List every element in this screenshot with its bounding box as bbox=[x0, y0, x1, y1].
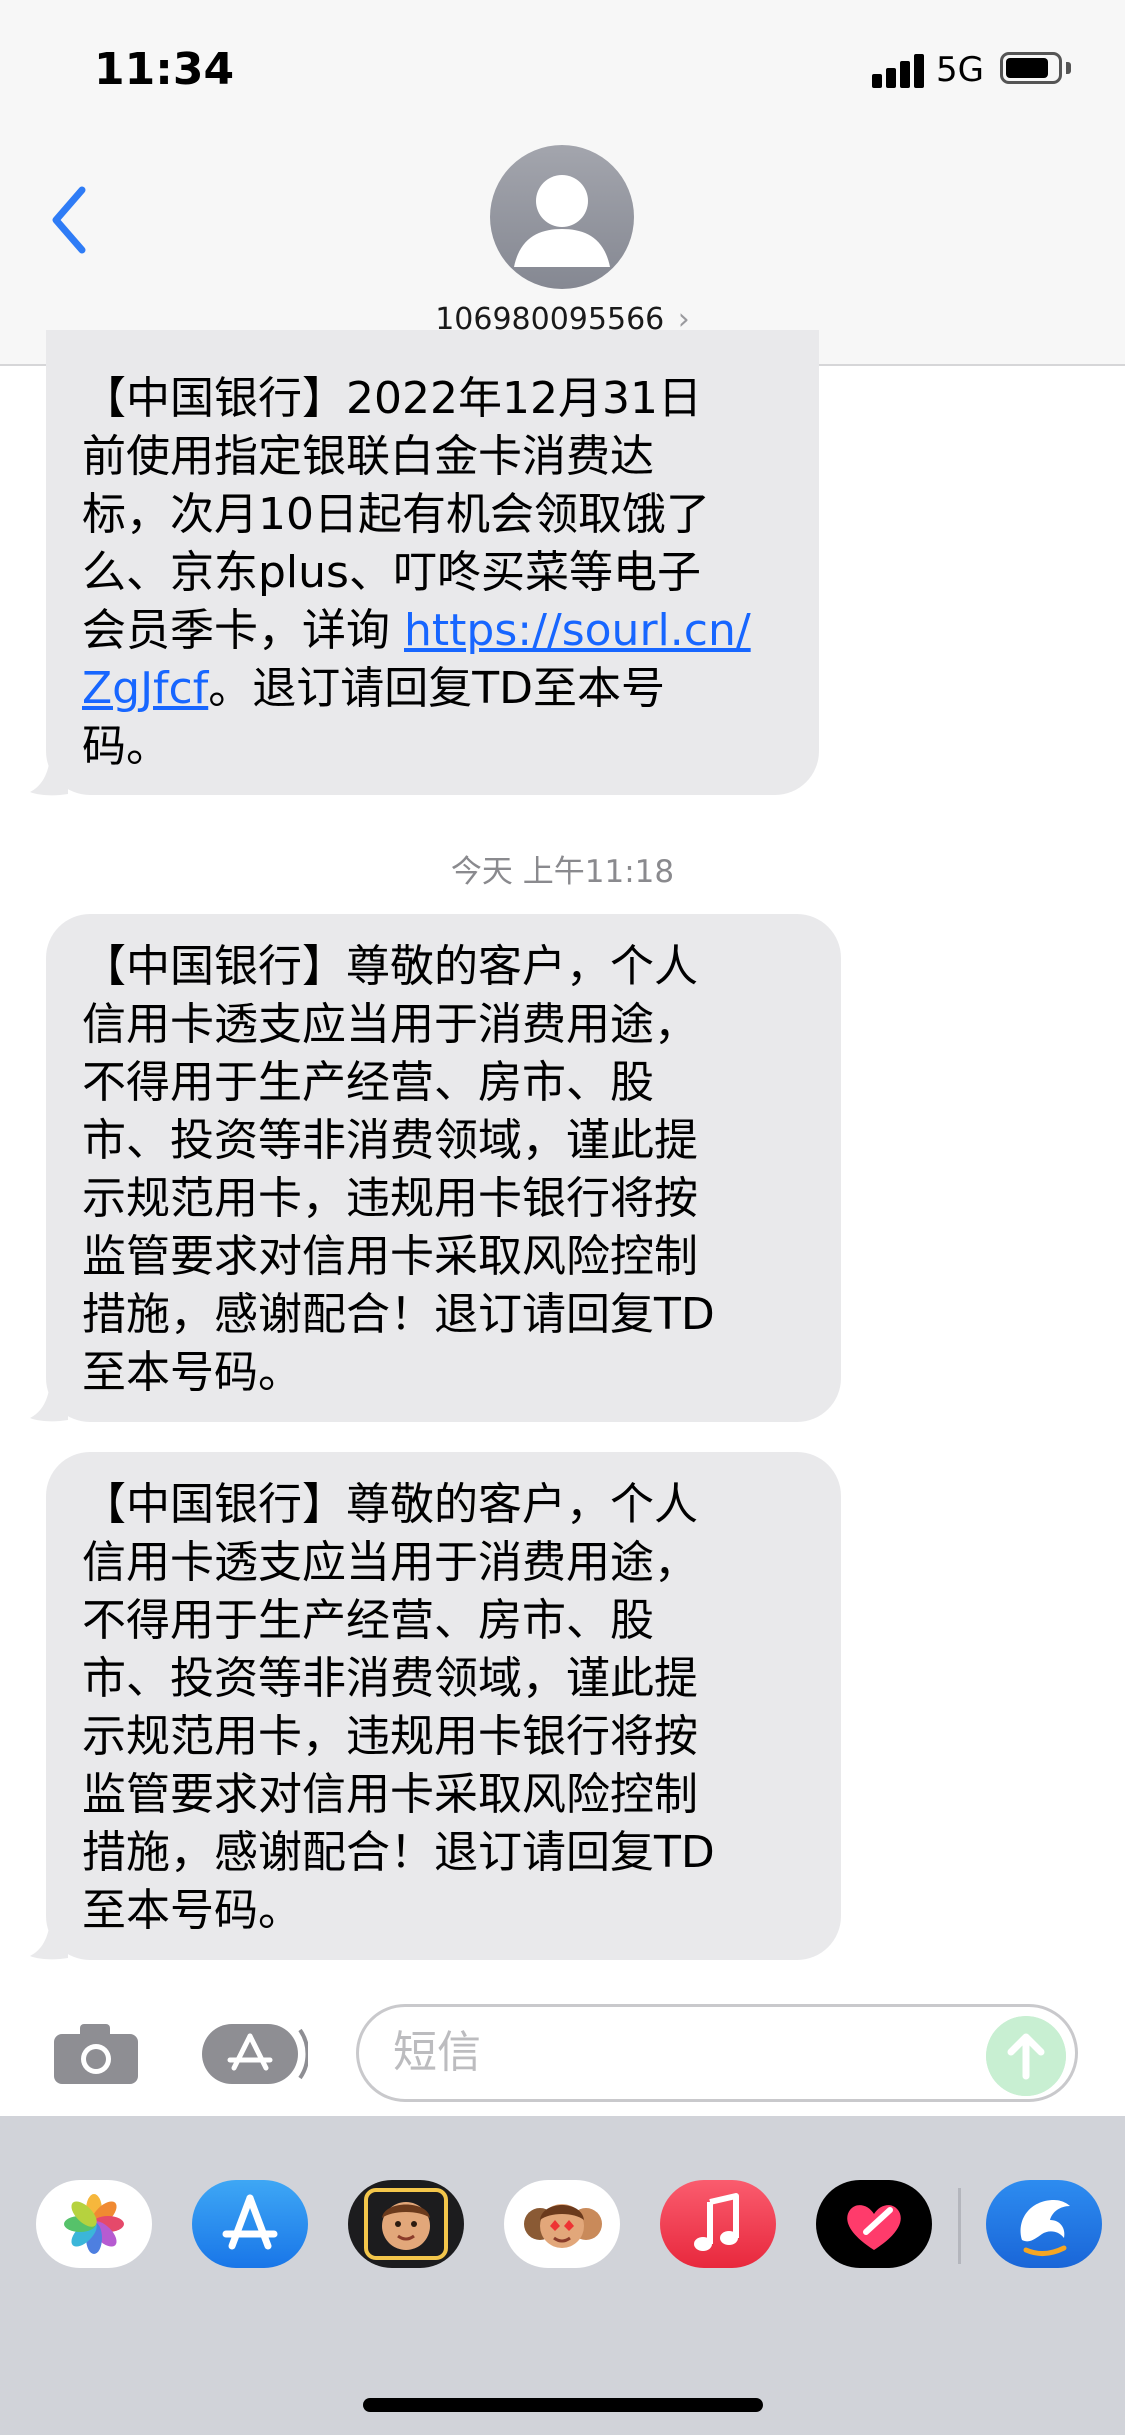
message-text: 【中国银行】尊敬的客户，个人 信用卡透支应当用于消费用途， 不得用于生产经营、房… bbox=[82, 1479, 715, 1936]
app-drawer bbox=[0, 2116, 1125, 2435]
compose-bar: 短信 bbox=[0, 1980, 1125, 2116]
memoji-icon[interactable] bbox=[348, 2180, 464, 2268]
network-label: 5G bbox=[936, 50, 984, 90]
message-text: 【中国银行】尊敬的客户，个人 信用卡透支应当用于消费用途， 不得用于生产经营、房… bbox=[82, 941, 715, 1398]
conversation-header: 11:34 5G 106980095566 › bbox=[0, 0, 1125, 366]
message-timestamp: 今天 上午11:18 bbox=[450, 854, 675, 890]
signal-icon bbox=[872, 52, 924, 88]
dolphin-app-icon[interactable] bbox=[986, 2180, 1102, 2268]
music-icon[interactable] bbox=[660, 2180, 776, 2268]
animoji-icon[interactable] bbox=[504, 2180, 620, 2268]
message-bubble: 【中国银行】尊敬的客户，个人 信用卡透支应当用于消费用途， 不得用于生产经营、房… bbox=[46, 1452, 841, 1960]
bubble-tail bbox=[30, 758, 68, 796]
drawer-divider bbox=[958, 2188, 961, 2264]
battery-icon bbox=[1000, 52, 1062, 84]
camera-icon[interactable] bbox=[52, 2022, 140, 2086]
person-icon bbox=[514, 175, 610, 267]
digital-touch-icon[interactable] bbox=[816, 2180, 932, 2268]
app-store-icon[interactable] bbox=[192, 2180, 308, 2268]
battery-tip bbox=[1066, 62, 1071, 74]
bubble-tail bbox=[30, 1922, 68, 1960]
message-bubble: 【中国银行】尊敬的客户，个人 信用卡透支应当用于消费用途， 不得用于生产经营、房… bbox=[46, 914, 841, 1422]
status-time: 11:34 bbox=[94, 44, 235, 95]
home-indicator[interactable] bbox=[363, 2398, 763, 2412]
bubble-tail bbox=[30, 1384, 68, 1422]
photos-icon[interactable] bbox=[36, 2180, 152, 2268]
message-input-placeholder: 短信 bbox=[393, 2027, 481, 2078]
back-chevron-icon[interactable] bbox=[44, 180, 94, 260]
contact-avatar[interactable] bbox=[490, 145, 634, 289]
send-arrow-icon[interactable] bbox=[986, 2016, 1066, 2096]
apps-icon[interactable] bbox=[200, 2022, 308, 2086]
message-input[interactable]: 短信 bbox=[356, 2004, 1078, 2102]
message-bubble: 【中国银行】2022年12月31日 前使用指定银联白金卡消费达 标，次月10日起… bbox=[46, 330, 819, 795]
